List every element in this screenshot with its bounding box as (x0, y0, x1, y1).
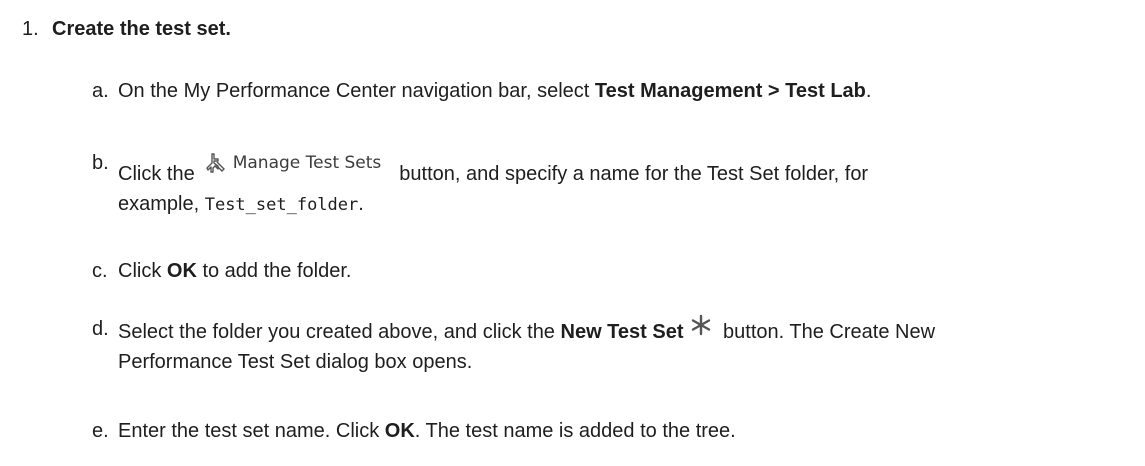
substep-text: Click the (118, 163, 195, 185)
substep-text: button. The Create New (717, 321, 936, 343)
substep-letter: b. (92, 152, 109, 174)
substep-a: a. On the My Performance Center navigati… (92, 76, 1132, 106)
substep-text: example, (118, 193, 205, 215)
substep-bold: New Test Set (560, 321, 684, 343)
substep-text: . (865, 80, 872, 102)
substep-text: Enter the test set name. Click (118, 420, 385, 442)
step-number: 1. (22, 18, 39, 40)
substep-text: . The test name is added to the tree. (414, 420, 736, 442)
substep-letter: a. (92, 80, 109, 102)
substep-bold: Test Management > Test Lab (594, 80, 866, 102)
substep-text: . (358, 193, 364, 215)
substep-text: button, and specify a name for the Test … (399, 163, 869, 185)
substep-content: Enter the test set name. Click OK. The t… (118, 416, 1132, 446)
substep-bold: OK (384, 420, 415, 442)
substep-bold: OK (166, 260, 197, 282)
substep-e: e. Enter the test set name. Click OK. Th… (92, 416, 1132, 446)
substep-content: Click OK to add the folder. (118, 256, 1132, 286)
step-title: Create the test set. (52, 18, 231, 40)
folder-name-code: Test_set_folder (204, 195, 359, 215)
substep-text: Click (118, 260, 167, 282)
manage-test-sets-label: Manage Test Sets (232, 153, 382, 173)
substep-letter: c. (92, 260, 108, 282)
manage-test-sets-icon (206, 153, 225, 173)
substep-content: Select the folder you created above, and… (118, 314, 1132, 377)
substep-b: b. Click the Manage Test Sets button, and… (92, 140, 1132, 220)
substep-letter: d. (92, 318, 109, 340)
substep-text: On the My Performance Center navigation … (118, 80, 595, 102)
substep-content: On the My Performance Center navigation … (118, 76, 1132, 106)
substep-d: d. Select the folder you created above, … (92, 314, 1132, 377)
asterisk-icon[interactable] (690, 314, 712, 336)
substep-letter: e. (92, 420, 109, 442)
substep-content: Click the Manage Test Sets button, and sp… (118, 140, 1132, 220)
substep-text: Performance Test Set dialog box opens. (118, 351, 473, 373)
substep-c: c. Click OK to add the folder. (92, 256, 1132, 286)
substep-text: Select the folder you created above, and… (118, 321, 561, 343)
substep-text: to add the folder. (196, 260, 352, 282)
manage-test-sets-button[interactable]: Manage Test Sets (205, 148, 382, 178)
